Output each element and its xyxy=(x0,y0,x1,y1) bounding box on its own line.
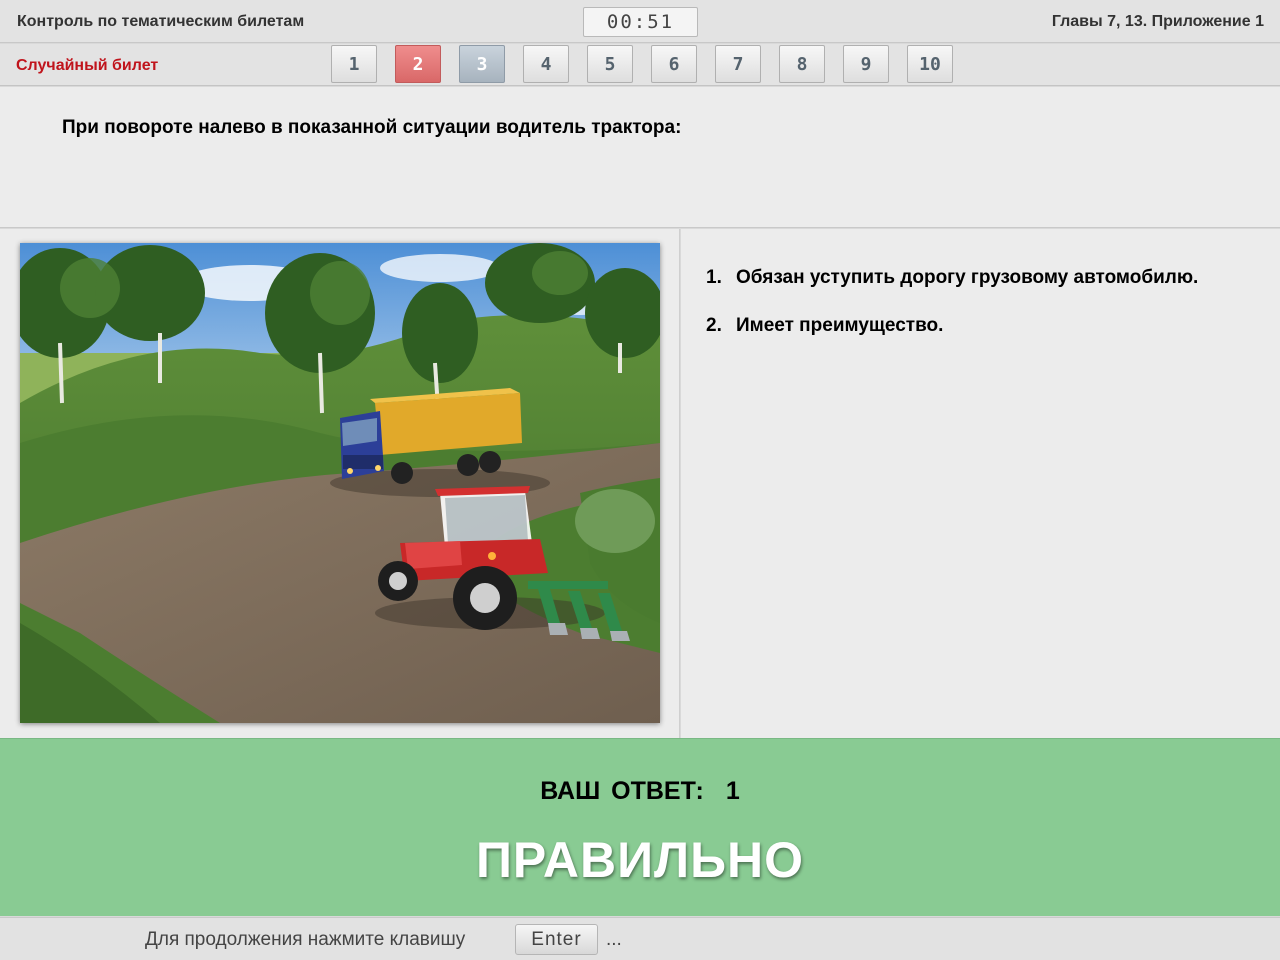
ticket-nav: Случайный билет 1 2 3 4 5 6 7 8 9 10 xyxy=(0,44,1280,86)
image-panel xyxy=(0,229,680,738)
random-ticket-label: Случайный билет xyxy=(16,57,159,74)
answer-option-2[interactable]: 2. Имеет преимущество. xyxy=(706,315,943,337)
ticket-button-7[interactable]: 7 xyxy=(715,45,761,83)
hint-ellipsis: ... xyxy=(606,929,622,950)
your-answer-value: 1 xyxy=(725,777,740,805)
ticket-button-10[interactable]: 10 xyxy=(907,45,953,83)
ticket-button-6[interactable]: 6 xyxy=(651,45,697,83)
ticket-button-5[interactable]: 5 xyxy=(587,45,633,83)
top-bar: Контроль по тематическим билетам 00:51 Г… xyxy=(0,0,1280,43)
question-text: При повороте налево в показанной ситуаци… xyxy=(62,117,682,138)
result-panel: ВАШ ОТВЕТ: 1 ПРАВИЛЬНО xyxy=(0,738,1280,916)
answer-text: Обязан уступить дорогу грузовому автомоб… xyxy=(736,267,1199,288)
ticket-button-8[interactable]: 8 xyxy=(779,45,825,83)
ticket-button-4[interactable]: 4 xyxy=(523,45,569,83)
mode-title: Контроль по тематическим билетам xyxy=(17,13,305,30)
enter-key-button[interactable]: Enter xyxy=(515,924,598,955)
ticket-button-2[interactable]: 2 xyxy=(395,45,441,83)
section-title: Главы 7, 13. Приложение 1 xyxy=(1051,13,1264,30)
continue-hint: Для продолжения нажмите клавишу xyxy=(145,929,466,950)
answers-panel: 1. Обязан уступить дорогу грузовому автом… xyxy=(681,229,1280,738)
answer-option-1[interactable]: 1. Обязан уступить дорогу грузовому автом… xyxy=(706,267,1198,289)
your-answer-label: ВАШ ОТВЕТ: xyxy=(540,777,704,805)
answer-number: 2. xyxy=(706,315,722,336)
your-answer: ВАШ ОТВЕТ: 1 xyxy=(0,777,1280,806)
footer-bar: Для продолжения нажмите клавишу Enter ..… xyxy=(0,917,1280,960)
answer-text: Имеет преимущество. xyxy=(736,315,944,336)
scene-image xyxy=(20,243,660,723)
verdict-text: ПРАВИЛЬНО xyxy=(475,832,805,888)
question-panel: При повороте налево в показанной ситуаци… xyxy=(0,87,1280,228)
ticket-button-9[interactable]: 9 xyxy=(843,45,889,83)
ticket-button-3[interactable]: 3 xyxy=(459,45,505,83)
ticket-button-1[interactable]: 1 xyxy=(331,45,377,83)
timer: 00:51 xyxy=(583,7,698,37)
answer-number: 1. xyxy=(706,267,722,288)
